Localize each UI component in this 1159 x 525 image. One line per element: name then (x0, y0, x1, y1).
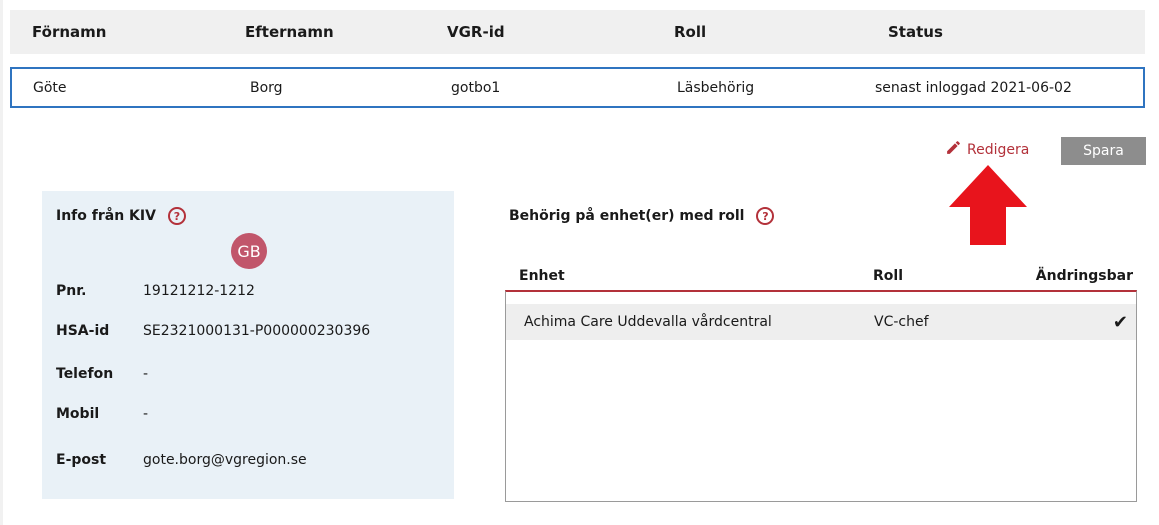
cell-firstname: Göte (33, 79, 67, 96)
cell-roll: VC-chef (874, 314, 929, 330)
field-label-mobil: Mobil (56, 406, 100, 422)
user-table-row-selected[interactable]: Göte Borg gotbo1 Läsbehörig senast inlog… (10, 67, 1145, 108)
column-header-andringsbar: Ändringsbar (1035, 268, 1133, 284)
field-value-mobil: - (143, 406, 149, 422)
kiv-panel-title: Info från KIV ? (56, 207, 186, 225)
edit-link[interactable]: Redigera (945, 139, 1029, 160)
question-circle-icon[interactable]: ? (756, 207, 775, 225)
field-value-epost: gote.borg@vgregion.se (143, 452, 307, 468)
column-header-lastname[interactable]: Efternamn (245, 10, 334, 54)
field-value-telefon: - (143, 366, 149, 382)
question-circle-icon[interactable]: ? (167, 207, 186, 225)
kiv-title-text: Info från KIV (56, 208, 156, 224)
field-label-pnr: Pnr. (56, 283, 87, 299)
avatar: GB (231, 233, 267, 269)
cell-lastname: Borg (250, 79, 283, 96)
authorization-title-text: Behörig på enhet(er) med roll (509, 208, 745, 224)
cell-role: Läsbehörig (677, 79, 755, 96)
authorization-title: Behörig på enhet(er) med roll ? (509, 207, 775, 225)
field-label-epost: E-post (56, 452, 107, 468)
cell-enhet: Achima Care Uddevalla vårdcentral (524, 314, 772, 330)
checkmark-icon: ✔ (1112, 311, 1128, 333)
top-strip (0, 0, 1159, 10)
field-label-hsa-id: HSA-id (56, 323, 110, 339)
column-header-role[interactable]: Roll (674, 10, 706, 54)
column-header-roll: Roll (873, 268, 903, 284)
column-header-firstname[interactable]: Förnamn (32, 10, 106, 54)
column-header-enhet: Enhet (519, 268, 565, 284)
left-border (0, 0, 3, 525)
red-up-arrow-annotation (949, 165, 1027, 245)
field-value-pnr: 19121212-1212 (143, 283, 255, 299)
authorization-table-body: Achima Care Uddevalla vårdcentral VC-che… (505, 290, 1137, 502)
user-table-header: Förnamn Efternamn VGR-id Roll Status (10, 10, 1145, 54)
authorization-table-header: Enhet Roll Ändringsbar (505, 262, 1137, 290)
kiv-info-panel: Info från KIV ? GB Pnr. 19121212-1212 HS… (42, 191, 454, 499)
field-label-telefon: Telefon (56, 366, 114, 382)
cell-vgr-id: gotbo1 (451, 79, 501, 96)
column-header-vgr-id[interactable]: VGR-id (447, 10, 505, 54)
edit-label: Redigera (967, 141, 1030, 158)
cell-status: senast inloggad 2021-06-02 (875, 79, 1072, 96)
field-value-hsa-id: SE2321000131-P000000230396 (143, 323, 371, 339)
save-button[interactable]: Spara (1061, 137, 1146, 165)
pencil-icon (945, 139, 962, 160)
table-row[interactable]: Achima Care Uddevalla vårdcentral VC-che… (506, 304, 1136, 340)
column-header-status[interactable]: Status (888, 10, 943, 54)
